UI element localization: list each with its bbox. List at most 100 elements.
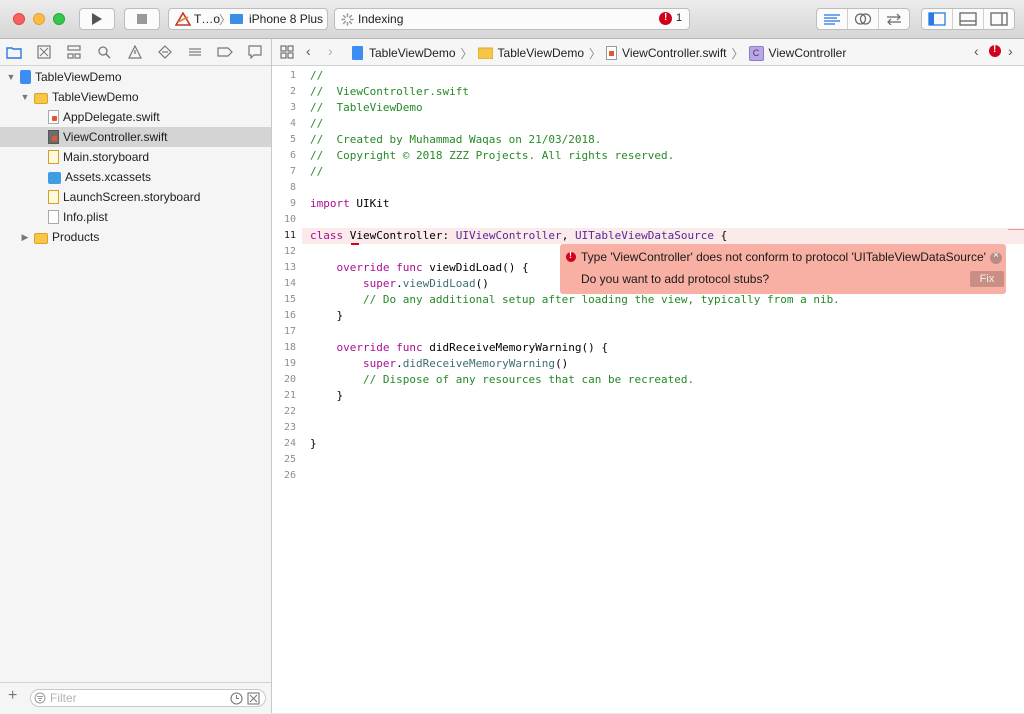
line-number: 20 <box>283 374 296 385</box>
breadcrumb-group[interactable]: TableViewDemo <box>498 46 585 60</box>
error-message: Type 'ViewController' does not conform t… <box>581 250 986 264</box>
code-line: override func viewDidLoad() { <box>310 260 529 276</box>
tree-item-label: ViewController.swift <box>63 130 168 144</box>
code-token: } <box>310 309 344 322</box>
toggle-navigator-button[interactable] <box>922 9 953 29</box>
version-editor-button[interactable] <box>879 9 909 29</box>
code-token: override <box>336 261 390 274</box>
view-toggle-control[interactable] <box>921 8 1015 30</box>
debug-navigator-tab[interactable] <box>187 44 203 60</box>
tree-item[interactable]: ▶ Products <box>0 227 271 247</box>
add-icon[interactable]: + <box>8 687 17 705</box>
run-button[interactable] <box>79 8 115 30</box>
standard-editor-button[interactable] <box>817 9 848 29</box>
breadcrumb-file[interactable]: ViewController.swift <box>622 46 726 60</box>
error-indicator-icon[interactable]: ! <box>989 44 1001 57</box>
assistant-editor-button[interactable] <box>848 9 879 29</box>
disclosure-open-icon[interactable]: ▼ <box>20 92 30 102</box>
breakpoint-navigator-tab[interactable] <box>217 44 233 60</box>
chevron-right-icon: 〉 <box>731 46 744 61</box>
code-line: // Dispose of any resources that can be … <box>310 372 694 388</box>
previous-issue-icon[interactable]: ‹ <box>974 43 979 59</box>
next-issue-icon[interactable]: › <box>1008 43 1013 59</box>
code-token: () <box>475 277 489 290</box>
tree-item[interactable]: ▼ TableViewDemo <box>0 87 271 107</box>
minimize-window-button[interactable] <box>33 13 45 25</box>
tree-item[interactable]: LaunchScreen.storyboard <box>0 187 271 207</box>
toggle-debug-area-button[interactable] <box>953 9 984 29</box>
disclosure-open-icon[interactable]: ▼ <box>6 72 16 82</box>
stop-button[interactable] <box>124 8 160 30</box>
error-badge-icon[interactable]: ! <box>659 12 672 25</box>
code-token: super <box>362 357 397 370</box>
line-number: 25 <box>283 454 296 465</box>
code-line: } <box>310 436 317 452</box>
editor-mode-control[interactable] <box>816 8 910 30</box>
folder-icon <box>34 232 48 244</box>
breadcrumb-project[interactable]: TableViewDemo <box>369 46 456 60</box>
line-number: 23 <box>283 422 296 433</box>
tree-item[interactable]: Main.storyboard <box>0 147 271 167</box>
navigator-filter-bar: + Filter <box>0 682 271 714</box>
asset-catalog-icon <box>48 171 61 184</box>
filter-field[interactable]: Filter <box>30 689 266 707</box>
line-number: 18 <box>283 342 296 353</box>
code-line: } <box>310 388 343 404</box>
tree-item[interactable]: ▼ TableViewDemo <box>0 67 271 87</box>
close-window-button[interactable] <box>13 13 25 25</box>
recent-files-icon[interactable] <box>230 692 243 705</box>
standard-editor-icon <box>824 14 840 25</box>
source-editor[interactable]: 1 2 3 4 5 6 7 8 9 10 11 12 13 14 15 16 17 18 19 20 21 22 23 24 2… <box>272 66 1024 713</box>
code-line: // <box>310 164 323 180</box>
jump-bar: ‹ › TableViewDemo 〉 TableViewDemo 〉 View… <box>272 39 1024 66</box>
app-target-icon <box>175 12 191 26</box>
line-number: 6 <box>289 150 296 161</box>
report-navigator-tab[interactable] <box>247 44 263 60</box>
code-token: // <box>310 69 324 82</box>
back-arrow-icon[interactable]: ‹ <box>306 43 311 59</box>
tree-item[interactable]: Info.plist <box>0 207 271 227</box>
code-token: viewDidLoad() { <box>422 261 529 274</box>
close-icon[interactable]: × <box>990 250 1002 264</box>
error-count[interactable]: 1 <box>676 12 682 24</box>
code-token: , <box>561 229 575 242</box>
filter-icon <box>34 692 46 704</box>
line-number: 16 <box>283 310 296 321</box>
issue-navigator-tab[interactable] <box>127 44 143 60</box>
code-token: // Created by Muhammad Waqas on 21/03/20… <box>310 133 602 146</box>
related-items-icon[interactable] <box>280 45 294 59</box>
project-navigator: ▼ TableViewDemo ▼ TableViewDemo AppDelegate.… <box>0 39 272 714</box>
toggle-utilities-button[interactable] <box>984 9 1014 29</box>
plist-file-icon <box>48 210 59 224</box>
line-number: 14 <box>283 278 296 289</box>
error-underline <box>351 243 359 245</box>
code-token: func <box>396 341 423 354</box>
source-control-navigator-tab[interactable] <box>36 44 52 60</box>
disclosure-closed-icon[interactable]: ▶ <box>20 232 30 243</box>
zoom-window-button[interactable] <box>53 13 65 25</box>
tree-item[interactable]: Assets.xcassets <box>0 167 271 187</box>
project-navigator-tab[interactable] <box>6 44 22 60</box>
scm-filter-icon[interactable] <box>247 692 260 705</box>
code-line: // ViewController.swift <box>310 84 469 100</box>
symbol-navigator-tab[interactable] <box>66 44 82 60</box>
breakpoint-icon <box>217 47 233 57</box>
filter-placeholder: Filter <box>50 691 77 705</box>
line-number: 22 <box>283 406 296 417</box>
find-navigator-tab[interactable] <box>96 44 112 60</box>
tree-item[interactable]: ViewController.swift <box>0 127 271 147</box>
swift-file-icon <box>48 110 59 124</box>
forward-arrow-icon[interactable]: › <box>328 43 333 59</box>
breadcrumb-symbol[interactable]: ViewController <box>769 46 847 60</box>
line-number: 7 <box>289 166 296 177</box>
line-number: 5 <box>289 134 296 145</box>
tree-item[interactable]: AppDelegate.swift <box>0 107 271 127</box>
fix-button[interactable]: Fix <box>970 271 1004 287</box>
chevron-right-icon: 〉 <box>589 46 602 61</box>
code-token: override <box>336 341 390 354</box>
test-navigator-tab[interactable] <box>157 44 173 60</box>
scheme-selector[interactable]: T…o 〉 iPhone 8 Plus <box>168 8 328 30</box>
code-line: // <box>310 116 323 132</box>
